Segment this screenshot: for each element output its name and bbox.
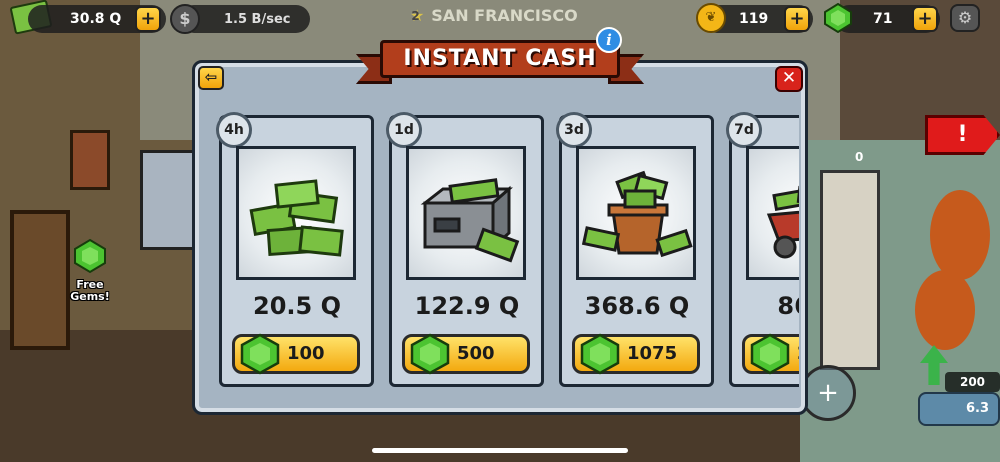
add-coins-button[interactable]: + [784,6,810,32]
close-icon[interactable]: ✕ [775,66,803,92]
offer-card: 4h 20.5 Q 100 [216,112,374,387]
level-number: 2 [411,9,420,23]
info-icon[interactable]: i [596,27,622,53]
gem-value: 71 [873,11,893,27]
gem-price: 1075 [627,343,678,364]
offer-card: 3d 368.6 Q 1075 [556,112,714,387]
add-slot-button[interactable]: + [800,365,856,421]
cash-printer-image [406,146,526,280]
city-name: SAN FRANCISCO [431,6,578,25]
gem-icon [410,333,450,375]
storage-rack [140,150,195,250]
gem-icon [750,333,790,375]
add-cash-button[interactable]: + [135,6,161,32]
offer-list: 4h 20.5 Q 100 1d 122.9 Q 500 3d 368.6 Q … [203,95,799,407]
cash-wheelbarrow-image [746,146,799,280]
level-title: ★2 SAN FRANCISCO [410,6,578,25]
gem-price: 500 [457,343,495,364]
cash-stack-image [236,146,356,280]
star-icon: ★2 [410,6,425,25]
cash-amount: 860. [777,292,799,320]
gem-price: 100 [287,343,325,364]
door [10,210,70,350]
buy-button[interactable]: 1075 [572,333,700,375]
gem-icon [240,333,280,375]
cash-amount: 20.5 Q [253,292,341,320]
add-gems-button[interactable]: + [912,6,938,32]
back-arrow-icon[interactable]: ⇦ [198,66,224,90]
time-badge: 7d [726,112,762,148]
free-gems-label-line2: Gems! [70,290,110,303]
buy-button[interactable]: 24 [742,333,799,375]
gem-price: 24 [797,343,799,364]
plant-icon [930,190,990,280]
time-badge: 1d [386,112,422,148]
buy-button[interactable]: 500 [402,333,530,375]
cash-amount: 368.6 Q [584,292,690,320]
offer-card: 1d 122.9 Q 500 [386,112,544,387]
money-widget[interactable]: 6.3 [918,392,1000,426]
cash-value: 30.8 Q [70,11,122,27]
free-gems-button[interactable]: Free Gems! [62,238,118,303]
shop-counter [820,170,880,370]
instant-cash-dialog: 4h 20.5 Q 100 1d 122.9 Q 500 3d 368.6 Q … [192,60,808,415]
gem-icon [824,3,852,33]
gem-icon [74,238,106,274]
cash-pot-image [576,146,696,280]
settings-gear-icon[interactable]: ⚙ [950,4,980,32]
plant-icon [915,270,975,350]
home-indicator[interactable] [372,448,628,453]
money-widget-value: 6.3 [966,401,990,416]
gem-icon [580,333,620,375]
dollar-icon: $ [170,4,200,34]
rate-value: 1.5 B/sec [224,11,291,27]
offer-card: 7d 860. 24 [726,112,799,387]
coin-value: 119 [739,11,769,27]
wall-frame [70,130,110,190]
buy-button[interactable]: 100 [232,333,360,375]
dialog-title: INSTANT CASH [380,40,620,78]
time-badge: 4h [216,112,252,148]
time-badge: 3d [556,112,592,148]
badge-count: 200 [945,372,1000,392]
cash-amount: 122.9 Q [414,292,520,320]
counter-zero-label: 0 [855,150,864,164]
coin-leaf-icon: ❦ [696,3,726,33]
